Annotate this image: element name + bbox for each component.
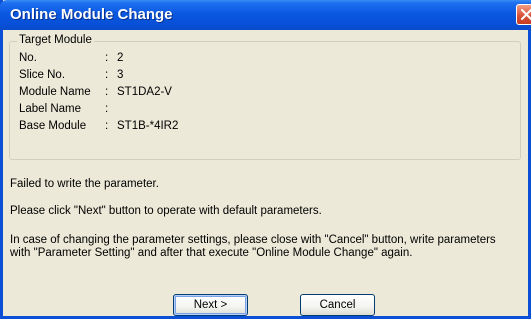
error-message: Failed to write the parameter. bbox=[10, 178, 159, 190]
info-value: ST1DA2-V bbox=[117, 86, 172, 98]
next-button[interactable]: Next > bbox=[173, 294, 248, 316]
info-label: Slice No. bbox=[19, 69, 66, 81]
info-colon: : bbox=[105, 120, 109, 132]
info-label: Base Module bbox=[19, 120, 87, 132]
info-label: No. bbox=[19, 52, 37, 64]
info-label: Module Name bbox=[19, 86, 91, 98]
info-colon: : bbox=[105, 86, 109, 98]
info-row-module-name: Module Name: ST1DA2-V bbox=[19, 86, 172, 98]
instruction-message: Please click "Next" button to operate wi… bbox=[10, 205, 322, 217]
info-value: 2 bbox=[117, 52, 124, 64]
target-module-legend: Target Module bbox=[17, 34, 94, 46]
info-value: 3 bbox=[117, 69, 124, 81]
info-row-base-module: Base Module: ST1B-*4IR2 bbox=[19, 120, 178, 132]
info-row-label-name: Label Name: bbox=[19, 103, 117, 115]
close-button[interactable] bbox=[516, 4, 531, 25]
close-icon bbox=[521, 9, 531, 20]
info-colon: : bbox=[105, 52, 109, 64]
cancel-button[interactable]: Cancel bbox=[300, 294, 375, 316]
title-bar[interactable]: Online Module Change bbox=[0, 0, 531, 30]
info-colon: : bbox=[105, 69, 109, 81]
info-value: ST1B-*4IR2 bbox=[117, 120, 179, 132]
info-row-no: No.:2 bbox=[19, 52, 123, 64]
info-row-slice-no: Slice No.:3 bbox=[19, 69, 123, 81]
cancel-instruction-line1: In case of changing the parameter settin… bbox=[10, 234, 496, 246]
cancel-instruction-line2: with "Parameter Setting" and after that … bbox=[10, 247, 413, 259]
window-title: Online Module Change bbox=[10, 6, 173, 23]
info-colon: : bbox=[105, 103, 109, 115]
info-label: Label Name bbox=[19, 103, 82, 115]
